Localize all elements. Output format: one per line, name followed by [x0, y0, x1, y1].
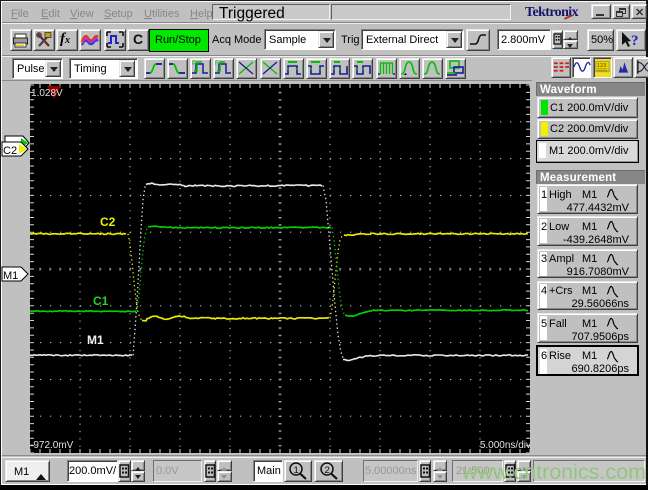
svg-text:2: 2 [324, 465, 329, 476]
svg-text:C2: C2 [100, 215, 116, 229]
svg-text:C1: C1 [93, 294, 109, 308]
svg-text:?: ? [631, 33, 639, 49]
svg-text:M1: M1 [3, 270, 18, 282]
svg-text:1: 1 [294, 465, 299, 476]
svg-text:P: P [192, 61, 196, 67]
svg-text:M1: M1 [87, 333, 104, 347]
svg-text:-972.0mV: -972.0mV [30, 440, 74, 451]
svg-text:1.028V: 1.028V [31, 88, 63, 99]
svg-text:123: 123 [596, 63, 605, 69]
svg-text:5.000ns/div: 5.000ns/div [480, 440, 530, 451]
svg-text:F: F [215, 61, 219, 67]
svg-text:C2: C2 [3, 145, 17, 157]
